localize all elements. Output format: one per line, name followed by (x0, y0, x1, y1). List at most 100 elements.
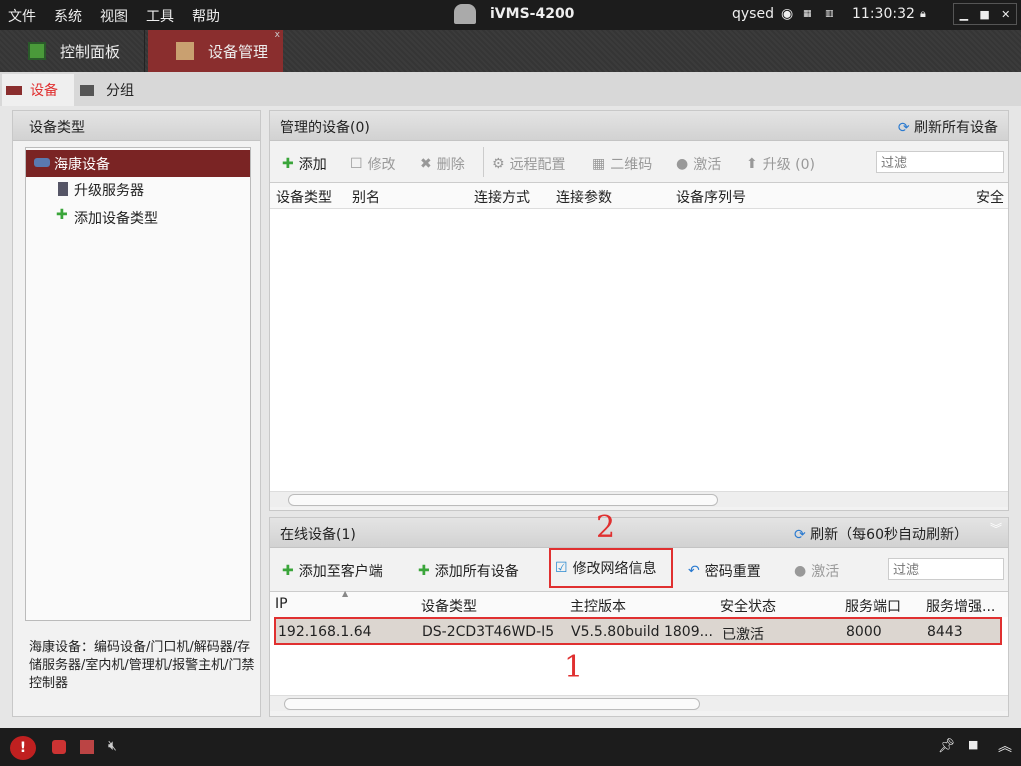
user-name: qysed (732, 6, 774, 22)
delete-button[interactable]: ✖ 删除 (420, 154, 465, 174)
column-header[interactable]: 设备序列号 (676, 187, 746, 207)
delete-icon: ✖ (420, 156, 432, 172)
close-icon[interactable]: ✕ (1001, 8, 1010, 21)
table-row[interactable]: 192.168.1.64 DS-2CD3T46WD-I5 V5.5.80buil… (274, 617, 1002, 645)
menu-view[interactable]: 视图 (100, 6, 128, 26)
cell-port: 8000 (846, 624, 882, 640)
column-header[interactable]: 设备类型 (276, 187, 332, 207)
modify-button[interactable]: ☐ 修改 (350, 154, 396, 174)
device-type-description: 海康设备：编码设备/门口机/解码器/存储服务器/室内机/管理机/报警主机/门禁控… (29, 640, 255, 691)
managed-devices-panel: 管理的设备(0) ⟳ 刷新所有设备 ✚ 添加 ☐ 修改 ✖ 删除 ⚙ 远程配置 ▦ 二维码… (269, 110, 1009, 511)
device-alarm-icon[interactable] (52, 740, 66, 754)
window-icon[interactable]: ■ (968, 738, 978, 751)
filter-input[interactable] (876, 151, 1004, 173)
column-header[interactable]: 连接方式 (474, 187, 530, 207)
button-label: 添加至客户端 (298, 564, 383, 580)
device-icon (176, 42, 194, 60)
lock-icon[interactable]: 🔒︎ (920, 7, 926, 21)
gear-icon: ⚙ (492, 156, 505, 172)
bulb-icon: ● (676, 156, 689, 172)
video-alarm-icon[interactable] (80, 740, 94, 754)
refresh-all-button[interactable]: ⟳ 刷新所有设备 (898, 117, 998, 137)
expand-up-icon[interactable]: ︽ (998, 736, 1012, 756)
column-header[interactable]: 服务端口 (845, 596, 901, 616)
camera-logo-icon (454, 4, 476, 24)
list-item-upgrade-server[interactable]: 升级服务器 (26, 180, 144, 200)
add-to-client-button[interactable]: ✚ 添加至客户端 (282, 561, 383, 581)
tab-label: 控制面板 (60, 42, 121, 61)
column-header[interactable]: 主控版本 (570, 596, 626, 616)
ram-icon: ▥ (825, 9, 834, 19)
device-icon (34, 158, 50, 167)
list-item-add-type[interactable]: ✚ 添加设备类型 (26, 207, 158, 228)
menu-tools[interactable]: 工具 (146, 6, 174, 26)
refresh-icon: ⟳ (793, 527, 806, 543)
minimize-icon[interactable]: ▁ (960, 8, 968, 21)
table-body (270, 209, 1008, 491)
online-devices-panel: 在线设备(1) ⟳ 刷新（每60秒自动刷新） ︾ ✚ 添加至客户端 ✚ 添加所有设备… (269, 517, 1009, 717)
scroll-thumb[interactable] (284, 698, 700, 710)
annotation-2: 2 (596, 510, 616, 545)
cell-ip: 192.168.1.64 (278, 624, 372, 640)
button-label: 二维码 (610, 157, 653, 173)
plus-icon: ✚ (56, 207, 68, 223)
column-header[interactable]: IP (275, 596, 288, 612)
column-header[interactable]: 连接参数 (556, 187, 612, 207)
subtab-device[interactable]: 设备 (2, 74, 74, 106)
refresh-button[interactable]: ⟳ 刷新（每60秒自动刷新） (794, 524, 968, 544)
cpu-icon: ▦ (803, 9, 812, 19)
reset-password-button[interactable]: ↶ 密码重置 (688, 561, 761, 581)
pin-icon[interactable]: 📌︎ (938, 738, 956, 754)
cell-enhanced-port: 8443 (927, 624, 963, 640)
device-type-list: 海康设备 升级服务器 ✚ 添加设备类型 (25, 147, 251, 621)
upgrade-button[interactable]: ⬆ 升级 (0) (746, 154, 815, 174)
mute-icon[interactable]: 🔇︎ (108, 738, 117, 754)
edit-icon: ☑ (555, 560, 568, 576)
menu-file[interactable]: 文件 (8, 6, 36, 26)
remote-config-button[interactable]: ⚙ 远程配置 (492, 154, 566, 174)
button-label: 添加 (298, 157, 327, 173)
button-label: 激活 (811, 564, 840, 580)
panel-title: 管理的设备(0) (280, 120, 370, 136)
column-header[interactable]: 设备类型 (421, 596, 477, 616)
column-header[interactable]: 安全 (976, 187, 1004, 207)
button-label: 远程配置 (509, 157, 566, 173)
cell-security-status: 已激活 (722, 627, 764, 643)
grid-icon (28, 42, 46, 60)
column-header[interactable]: 安全状态 (720, 596, 776, 616)
add-button[interactable]: ✚ 添加 (282, 154, 327, 174)
scroll-thumb[interactable] (288, 494, 718, 506)
modify-network-button[interactable]: ☑ 修改网络信息 (549, 548, 673, 588)
subtab-label: 设备 (30, 83, 58, 99)
qrcode-icon: ▦ (592, 156, 606, 172)
column-header[interactable]: 服务增强... (926, 596, 995, 616)
tab-device-management[interactable]: 设备管理 x (148, 30, 283, 72)
undo-icon: ↶ (688, 563, 700, 579)
subtab-group[interactable]: 分组 (80, 74, 134, 106)
horizontal-scrollbar[interactable] (270, 491, 1008, 507)
activate-button[interactable]: ● 激活 (794, 561, 839, 581)
maximize-icon[interactable]: ■ (979, 8, 989, 21)
button-label: 刷新（每60秒自动刷新） (810, 527, 968, 543)
panel-header: 管理的设备(0) ⟳ 刷新所有设备 (270, 111, 1008, 141)
button-label: 删除 (436, 157, 465, 173)
bulb-icon: ● (794, 563, 807, 579)
list-item-hikvision[interactable]: 海康设备 (26, 150, 250, 177)
arrow-up-icon: ⬆ (746, 156, 758, 172)
edit-icon: ☐ (350, 156, 363, 172)
add-all-button[interactable]: ✚ 添加所有设备 (418, 561, 519, 581)
tab-close-icon[interactable]: x (275, 30, 280, 40)
item-label: 海康设备 (54, 157, 110, 173)
horizontal-scrollbar[interactable] (270, 695, 1008, 711)
server-icon (58, 182, 68, 196)
item-label: 升级服务器 (74, 183, 144, 199)
filter-input[interactable] (888, 558, 1004, 580)
alarm-icon[interactable]: ! (10, 736, 36, 760)
activate-button[interactable]: ● 激活 (676, 154, 721, 174)
menu-system[interactable]: 系统 (54, 6, 82, 26)
qrcode-button[interactable]: ▦ 二维码 (592, 154, 652, 174)
collapse-icon[interactable]: ︾ (990, 520, 1002, 537)
menu-help[interactable]: 帮助 (192, 6, 220, 26)
tab-control-panel[interactable]: 控制面板 (0, 30, 145, 72)
column-header[interactable]: 别名 (352, 187, 380, 207)
